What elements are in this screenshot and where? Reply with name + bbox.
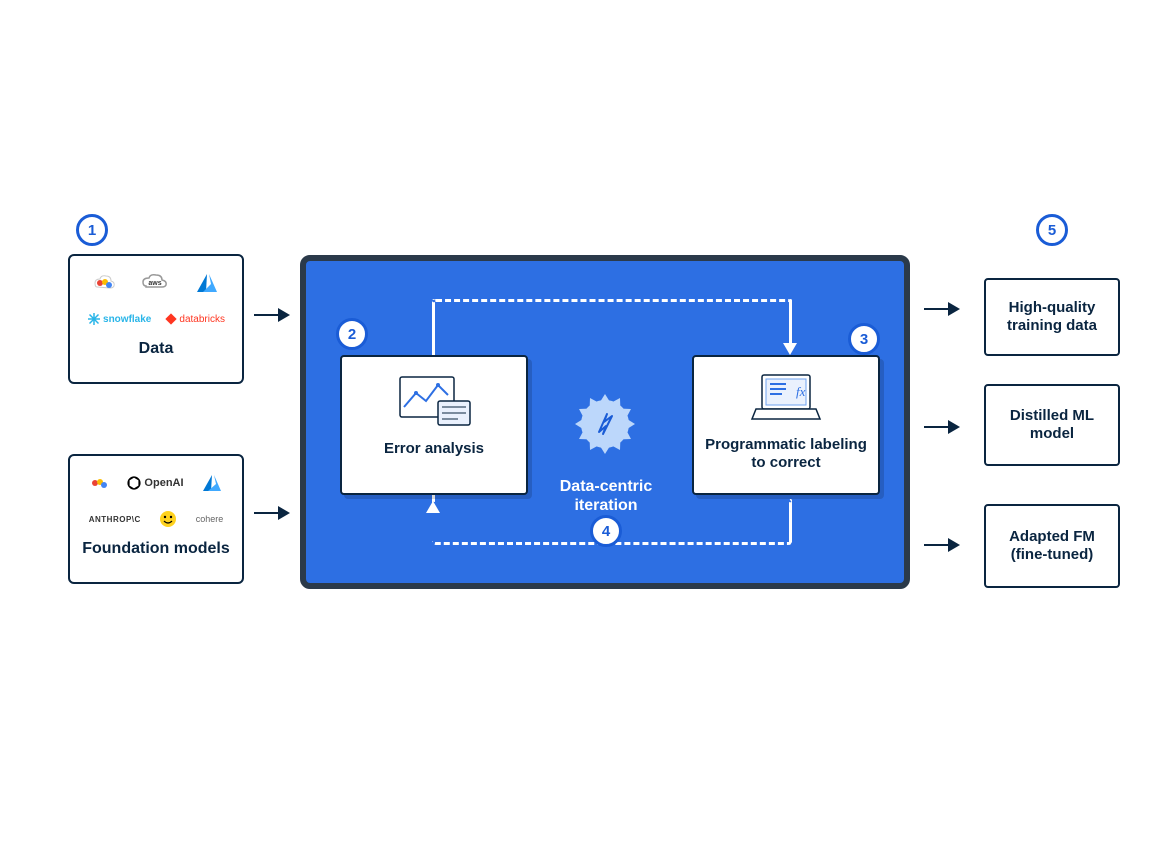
fm-logos-row-1: OpenAI [80,468,232,498]
programmatic-labeling-box: fx Programmatic labeling to correct [692,355,880,495]
error-analysis-box: Error analysis [340,355,528,495]
laptop-icon: fx [704,371,868,430]
databricks-icon: databricks [165,313,225,325]
step-badge-2: 2 [336,318,368,350]
azure-icon [199,473,225,493]
chart-icon [352,371,516,434]
openai-icon: OpenAI [126,475,183,491]
svg-text:aws: aws [148,280,161,287]
anthropic-icon: ANTHROP\C [89,515,141,524]
loop-arrow-up-icon [426,501,440,513]
arrow-icon [924,308,958,310]
iteration-label: Data-centric iteration [544,477,668,515]
step-badge-1: 1 [76,214,108,246]
data-logos-row-2: snowflake databricks [80,304,232,334]
output-distilled-model: Distilled ML model [984,384,1120,466]
fm-logos-row-2: ANTHROP\C cohere [80,504,232,534]
anthropic-label: ANTHROP\C [89,515,141,524]
arrow-icon [924,426,958,428]
center-process-panel: 2 Error analysis 3 [300,255,910,589]
google-cloud-icon [87,474,111,492]
step-badge-4: 4 [590,515,622,547]
foundation-models-box: OpenAI ANTHROP\C cohere Foundation model… [68,454,244,584]
output-adapted-fm: Adapted FM (fine-tuned) [984,504,1120,588]
databricks-label: databricks [179,314,225,325]
snowflake-label: snowflake [103,314,151,325]
loop-arrow-down-icon [783,343,797,355]
output-training-data: High-quality training data [984,278,1120,356]
iteration-loop-right-bot [789,499,792,545]
cohere-icon: cohere [196,514,224,524]
data-box-label: Data [80,340,232,358]
data-logos-row-1: aws [80,268,232,298]
azure-icon [193,272,221,294]
aws-icon: aws [138,272,172,294]
iteration-loop-right-top [789,299,792,347]
data-sources-box: aws snowflake databricks Data [68,254,244,384]
hugging-face-icon [158,509,178,529]
openai-label: OpenAI [144,477,183,489]
foundation-box-label: Foundation models [80,540,232,558]
svg-text:fx: fx [796,384,806,399]
gear-icon [574,393,636,455]
cohere-label: cohere [196,514,224,524]
programmatic-label: Programmatic labeling to correct [704,436,868,472]
google-cloud-icon [91,273,117,293]
step-badge-5: 5 [1036,214,1068,246]
arrow-icon [254,314,288,316]
snowflake-icon: snowflake [87,312,151,326]
arrow-icon [254,512,288,514]
arrow-icon [924,544,958,546]
error-analysis-label: Error analysis [352,440,516,458]
diagram-canvas: 1 aws snowflake databricks Data [0,0,1152,864]
step-badge-3: 3 [848,323,880,355]
